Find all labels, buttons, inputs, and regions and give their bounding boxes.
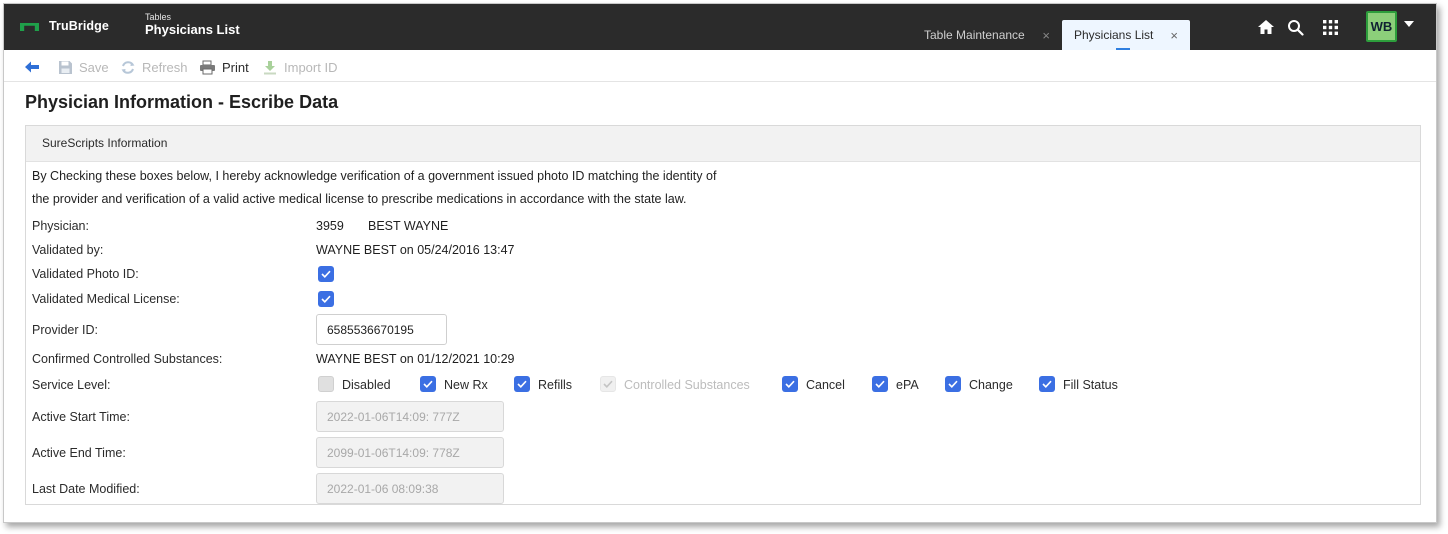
last-date-modified-label: Last Date Modified:: [32, 482, 140, 496]
checkmark-icon: [785, 380, 795, 388]
service-level-disabled-checkbox[interactable]: [318, 376, 334, 392]
validated-photo-id-label: Validated Photo ID:: [32, 267, 139, 281]
save-icon: [59, 60, 72, 74]
tab-label: Physicians List: [1074, 28, 1154, 42]
checkmark-icon: [321, 295, 331, 303]
back-button[interactable]: [24, 58, 40, 76]
breadcrumb-title: Physicians List: [145, 22, 240, 37]
print-label: Print: [222, 59, 249, 75]
close-icon[interactable]: ×: [1170, 28, 1178, 43]
checkmark-icon: [603, 380, 613, 388]
active-start-time-label: Active Start Time:: [32, 410, 130, 424]
service-level-epa-checkbox[interactable]: [872, 376, 888, 392]
user-avatar[interactable]: WB: [1366, 11, 1397, 42]
toolbar: Save Refresh Print Import ID: [4, 50, 1436, 82]
import-icon: [264, 60, 276, 74]
service-level-cancel-checkbox[interactable]: [782, 376, 798, 392]
confirmed-controlled-substances-value: WAYNE BEST on 01/12/2021 10:29: [316, 352, 515, 366]
confirmed-controlled-substances-label: Confirmed Controlled Substances:: [32, 352, 223, 366]
home-icon[interactable]: [1256, 17, 1276, 37]
tab-table-maintenance[interactable]: Table Maintenance ×: [912, 20, 1062, 50]
top-bar: TruBridge Tables Physicians List Table M…: [4, 4, 1436, 50]
service-level-epa-label: ePA: [896, 378, 919, 392]
brand-name: TruBridge: [49, 19, 109, 33]
search-icon[interactable]: [1285, 17, 1305, 37]
print-button[interactable]: Print: [199, 58, 249, 76]
service-level-cancel-label: Cancel: [806, 378, 845, 392]
save-button[interactable]: Save: [58, 58, 109, 76]
service-level-change-label: Change: [969, 378, 1013, 392]
checkmark-icon: [423, 380, 433, 388]
panel-header: SureScripts Information: [26, 126, 1420, 162]
printer-icon: [200, 60, 215, 74]
active-end-time-field: 2099-01-06T14:09: 778Z: [316, 437, 504, 468]
active-start-time-field: 2022-01-06T14:09: 777Z: [316, 401, 504, 432]
validated-medical-license-label: Validated Medical License:: [32, 292, 180, 306]
refresh-label: Refresh: [142, 59, 188, 75]
active-end-time-label: Active End Time:: [32, 446, 126, 460]
service-level-disabled-label: Disabled: [342, 378, 391, 392]
close-icon[interactable]: ×: [1042, 28, 1050, 43]
service-level-new-rx-label: New Rx: [444, 378, 488, 392]
save-label: Save: [79, 59, 109, 75]
checkmark-icon: [875, 380, 885, 388]
service-level-refills-checkbox[interactable]: [514, 376, 530, 392]
user-menu-chevron-down-icon[interactable]: [1404, 21, 1414, 27]
checkmark-icon: [321, 270, 331, 278]
trubridge-logo-icon: [20, 21, 39, 31]
acknowledgement-line-2: the provider and verification of a valid…: [32, 192, 687, 206]
checkmark-icon: [517, 380, 527, 388]
checkmark-icon: [948, 380, 958, 388]
service-level-controlled-substances-label: Controlled Substances: [624, 378, 750, 392]
physician-name: BEST WAYNE: [368, 219, 449, 233]
service-level-label: Service Level:: [32, 378, 111, 392]
service-level-fill-status-label: Fill Status: [1063, 378, 1118, 392]
refresh-icon: [121, 60, 135, 74]
breadcrumb-section[interactable]: Tables: [145, 12, 240, 22]
service-level-fill-status-checkbox[interactable]: [1039, 376, 1055, 392]
apps-grid-icon[interactable]: [1320, 17, 1340, 37]
checkmark-icon: [1042, 380, 1052, 388]
surescripts-panel: SureScripts Information By Checking thes…: [25, 125, 1421, 505]
back-arrow-icon: [25, 61, 39, 73]
service-level-controlled-substances-checkbox: [600, 376, 616, 392]
import-id-label: Import ID: [284, 59, 338, 75]
app-window: TruBridge Tables Physicians List Table M…: [3, 3, 1437, 523]
validated-photo-id-checkbox[interactable]: [318, 266, 334, 282]
import-id-button[interactable]: Import ID: [262, 58, 337, 76]
physician-label: Physician:: [32, 219, 89, 233]
page-title: Physician Information - Escribe Data: [25, 92, 339, 112]
provider-id-label: Provider ID:: [32, 323, 98, 337]
last-date-modified-field: 2022-01-06 08:09:38: [316, 473, 504, 504]
validated-by-label: Validated by:: [32, 243, 104, 257]
service-level-refills-label: Refills: [538, 378, 573, 392]
service-level-new-rx-checkbox[interactable]: [420, 376, 436, 392]
tab-label: Table Maintenance: [924, 28, 1025, 42]
validated-by-value: WAYNE BEST on 05/24/2016 13:47: [316, 243, 515, 257]
breadcrumb: Tables Physicians List: [145, 12, 240, 38]
provider-id-input[interactable]: 6585536670195: [316, 314, 447, 345]
validated-medical-license-checkbox[interactable]: [318, 291, 334, 307]
service-level-change-checkbox[interactable]: [945, 376, 961, 392]
acknowledgement-line-1: By Checking these boxes below, I hereby …: [32, 169, 717, 183]
physician-id: 3959: [316, 219, 344, 233]
brand-logo[interactable]: TruBridge: [20, 19, 109, 33]
tab-physicians-list[interactable]: Physicians List ×: [1062, 20, 1190, 50]
refresh-button[interactable]: Refresh: [120, 58, 188, 76]
